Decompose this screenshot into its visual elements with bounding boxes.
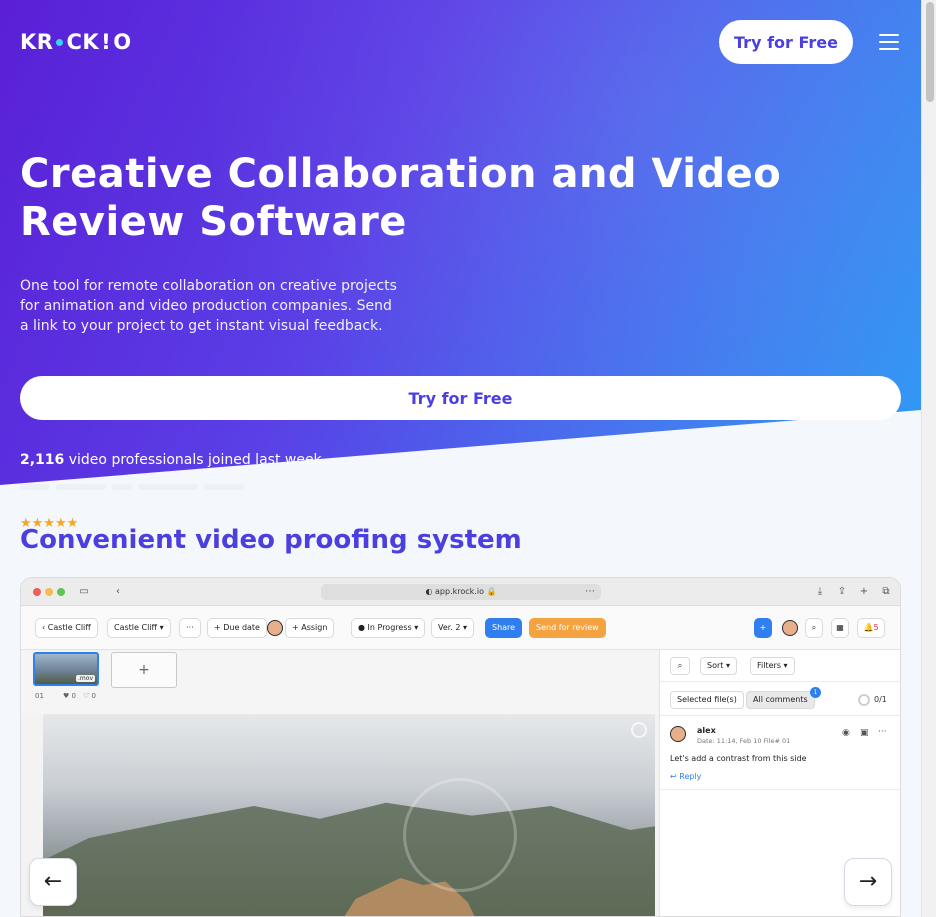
comment-text: Let's add a contrast from this side	[670, 754, 807, 763]
joined-counter: 2,116 video professionals joined last we…	[20, 452, 322, 468]
notifications-icon: 🔔5	[857, 618, 885, 638]
file-likes: ♥ 0	[63, 692, 76, 700]
status-label: In Progress ▾	[367, 623, 419, 632]
version-select: Ver. 2 ▾	[431, 618, 475, 638]
hero-subtitle: One tool for remote collaboration on cre…	[20, 278, 397, 334]
zoom-window-icon	[57, 588, 65, 596]
share-button: Share	[485, 618, 523, 638]
panel-filter-row: ⌕ Sort ▾ Filters ▾	[660, 650, 900, 682]
annotation-icon: ▣	[860, 728, 869, 738]
selected-files-tab: Selected file(s)	[670, 691, 744, 709]
share-icon: ⇪	[837, 586, 847, 597]
record-icon	[631, 722, 647, 738]
sort-select: Sort ▾	[700, 657, 737, 675]
loading-spinner-icon	[403, 778, 517, 892]
download-icon: ⤓	[817, 586, 823, 597]
minimize-window-icon	[45, 588, 53, 596]
page-scrollbar[interactable]	[921, 0, 936, 917]
calendar-icon: ▦	[831, 618, 849, 638]
back-project-button: ‹ Castle Cliff	[35, 618, 98, 638]
nav-try-free-button[interactable]: Try for Free	[719, 20, 853, 64]
section-title: Convenient video proofing system	[20, 525, 522, 555]
user-avatar	[267, 620, 283, 636]
add-icon: +	[754, 618, 772, 638]
all-comments-badge: 1	[810, 687, 821, 698]
tabs-icon: ⧉	[882, 586, 890, 597]
reply-link: ↩ Reply	[670, 772, 702, 781]
more-options-button: ···	[179, 618, 201, 638]
file-index: 01	[35, 692, 44, 700]
carousel-prev-icon[interactable]: ←	[29, 858, 77, 906]
joined-avatars-placeholder	[20, 480, 290, 494]
address-url: app.krock.io	[435, 587, 484, 596]
joined-count: 2,116	[20, 452, 65, 468]
scrollbar-thumb[interactable]	[926, 2, 934, 102]
landing-page: KR CK! O Try for Free Creative Collaborati…	[0, 0, 921, 917]
all-comments-tab: All comments	[746, 691, 815, 709]
filters-select: Filters ▾	[750, 657, 795, 675]
add-file-button: +	[111, 652, 177, 688]
logo-dot-icon	[56, 38, 64, 46]
file-strip: .mov + 01 ♥ 0 ♡ 0	[21, 650, 659, 714]
status-select: ● In Progress ▾	[351, 618, 426, 638]
panel-search-icon: ⌕	[670, 657, 690, 675]
krockio-logo[interactable]: KR CK! O	[20, 30, 132, 54]
assign-button: + Assign	[285, 618, 335, 638]
search-icon: ⌕	[805, 618, 823, 638]
reply-label: Reply	[679, 772, 702, 781]
carousel-next-icon[interactable]: →	[844, 858, 892, 906]
back-project-label: Castle Cliff	[47, 623, 91, 632]
comment-avatar	[670, 726, 686, 742]
file-thumbnail: .mov	[33, 652, 99, 686]
due-date-button: + Due date	[207, 618, 267, 638]
panel-scope-row: Selected file(s) All comments 1 0/1	[660, 682, 900, 716]
app-screenshot: ▭ ‹ ◐ app.krock.io 🔒 ⋯ ⤓ ⇪ + ⧉ ‹ Castle …	[20, 577, 901, 917]
progress-ring-icon	[858, 694, 870, 706]
hamburger-icon[interactable]	[879, 34, 899, 50]
site-settings-icon: ⋯	[585, 586, 595, 597]
hero-title: Creative Collaboration and Video Review …	[20, 150, 840, 246]
comment-progress: 0/1	[874, 695, 887, 704]
new-tab-icon: +	[859, 586, 869, 597]
comment-author: alex	[697, 726, 716, 735]
address-bar: ◐ app.krock.io 🔒	[321, 584, 601, 600]
send-for-review-button: Send for review	[529, 618, 606, 638]
hero-title-line1: Creative Collaboration and Video	[20, 151, 782, 197]
comment-meta: Date: 11:14, Feb 10 File# 01	[697, 737, 791, 745]
browser-titlebar: ▭ ‹ ◐ app.krock.io 🔒 ⋯ ⤓ ⇪ + ⧉	[21, 578, 900, 606]
more-icon: ···	[878, 727, 887, 737]
close-window-icon	[33, 588, 41, 596]
back-icon: ‹	[116, 586, 120, 597]
project-select: Castle Cliff ▾	[107, 618, 171, 638]
file-comments: ♡ 0	[83, 692, 96, 700]
hero-try-free-button[interactable]: Try for Free	[20, 376, 901, 420]
profile-avatar	[782, 620, 798, 636]
video-viewer	[43, 714, 655, 916]
sidebar-toggle-icon: ▭	[79, 586, 89, 597]
hero-title-line2: Review Software	[20, 199, 407, 245]
file-extension: .mov	[76, 675, 95, 682]
app-toolbar: ‹ Castle Cliff Castle Cliff ▾ ··· + Due …	[21, 606, 900, 650]
comment-item: alex Date: 11:14, Feb 10 File# 01 ◉ ▣ ··…	[660, 716, 900, 790]
joined-text: video professionals joined last week	[68, 452, 322, 468]
notification-count: 5	[873, 623, 879, 632]
eye-icon: ◉	[842, 728, 850, 738]
